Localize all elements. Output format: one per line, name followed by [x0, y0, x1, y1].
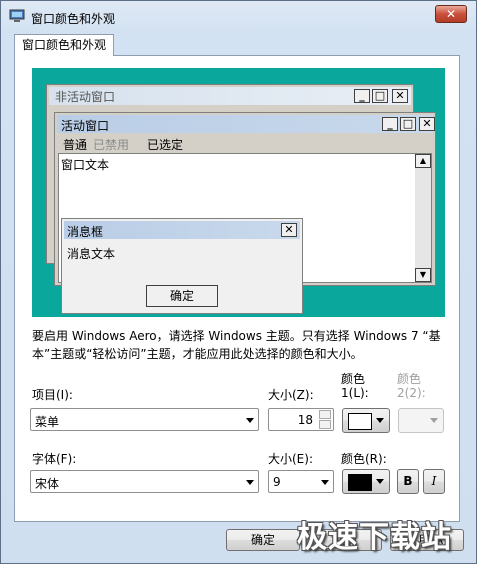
- menu-item-selected: 已选定: [147, 138, 184, 152]
- tab-window-color[interactable]: 窗口颜色和外观: [14, 34, 114, 56]
- inactive-window-title: 非活动窗口: [55, 90, 116, 104]
- font-label: 字体(F):: [32, 452, 77, 466]
- ok-button[interactable]: 确定: [226, 529, 300, 551]
- menu-item-disabled: 已禁用: [93, 138, 130, 152]
- color1-swatch: [348, 413, 372, 430]
- active-title-bar: 活动窗口 _ □ ✕: [57, 115, 435, 133]
- chevron-down-icon: [246, 480, 254, 485]
- title-bar: 窗口颜色和外观 ✕: [1, 1, 476, 31]
- font-color-picker-button[interactable]: [342, 469, 390, 494]
- inactive-minimize-icon: _: [354, 89, 370, 103]
- close-icon: ✕: [445, 7, 457, 21]
- chevron-down-icon: [246, 418, 254, 423]
- item-select-value: 菜单: [35, 415, 60, 429]
- font-size-value: 9: [273, 475, 281, 489]
- color1-label-line2: 1(L):: [341, 386, 369, 400]
- inactive-close-icon: ✕: [392, 89, 408, 103]
- item-label: 项目(I):: [32, 388, 73, 402]
- scrollbar: ▲ ▼: [415, 154, 431, 282]
- active-maximize-icon: □: [400, 117, 416, 131]
- font-color-label: 颜色(R):: [341, 452, 387, 466]
- item-size-value: 18: [297, 413, 313, 427]
- item-size-spinner[interactable]: 18: [268, 408, 334, 431]
- window-close-button[interactable]: ✕: [435, 5, 467, 23]
- spin-down-icon[interactable]: [319, 420, 331, 429]
- font-size-select[interactable]: 9: [268, 470, 334, 493]
- message-box-close-icon: ✕: [281, 223, 297, 237]
- font-select[interactable]: 宋体: [30, 470, 259, 493]
- font-color-swatch: [348, 474, 372, 491]
- aero-description: 要启用 Windows Aero，请选择 Windows 主题。只有选择 Win…: [32, 329, 441, 361]
- menu-bar: 普通 已禁用 已选定: [57, 134, 433, 152]
- chevron-down-icon: [321, 480, 329, 485]
- italic-button[interactable]: I: [423, 469, 445, 494]
- message-box-preview: 消息框 ✕ 消息文本 确定: [61, 218, 303, 314]
- color1-label-line1: 颜色: [341, 372, 366, 386]
- menu-item-normal: 普通: [63, 138, 88, 152]
- chevron-down-icon: [376, 479, 384, 484]
- inactive-maximize-icon: □: [372, 89, 388, 103]
- color2-label-line2: 2(2):: [397, 386, 426, 400]
- scroll-up-icon: ▲: [415, 154, 431, 168]
- watermark: 极速下载站: [297, 520, 452, 555]
- color2-picker-button[interactable]: [398, 408, 444, 433]
- preview-area: 非活动窗口 _ □ ✕ 活动窗口 _ □ ✕ 普通 已禁用 已选定 窗口文本 ▲…: [32, 68, 445, 317]
- scroll-down-icon: ▼: [415, 268, 431, 282]
- inactive-title-bar: 非活动窗口 _ □ ✕: [49, 87, 411, 105]
- font-select-value: 宋体: [35, 477, 60, 491]
- spin-up-icon[interactable]: [319, 410, 331, 419]
- chevron-down-icon: [430, 418, 438, 423]
- color1-picker-button[interactable]: [342, 408, 390, 433]
- active-window-title: 活动窗口: [61, 119, 110, 133]
- bold-button[interactable]: B: [397, 469, 419, 494]
- color2-label-line1: 颜色: [397, 372, 422, 386]
- item-select[interactable]: 菜单: [30, 408, 259, 431]
- window-text: 窗口文本: [61, 158, 110, 172]
- window-title: 窗口颜色和外观: [31, 12, 116, 26]
- message-box-ok-button: 确定: [146, 285, 218, 307]
- chevron-down-icon: [376, 418, 384, 423]
- font-size-label: 大小(E):: [268, 452, 313, 466]
- message-box-title: 消息框: [67, 225, 104, 239]
- item-size-label: 大小(Z):: [268, 388, 314, 402]
- active-close-icon: ✕: [419, 117, 435, 131]
- monitor-icon: [9, 9, 25, 22]
- active-minimize-icon: _: [382, 117, 398, 131]
- message-box-title-bar: 消息框 ✕: [64, 221, 300, 239]
- message-text: 消息文本: [67, 247, 116, 261]
